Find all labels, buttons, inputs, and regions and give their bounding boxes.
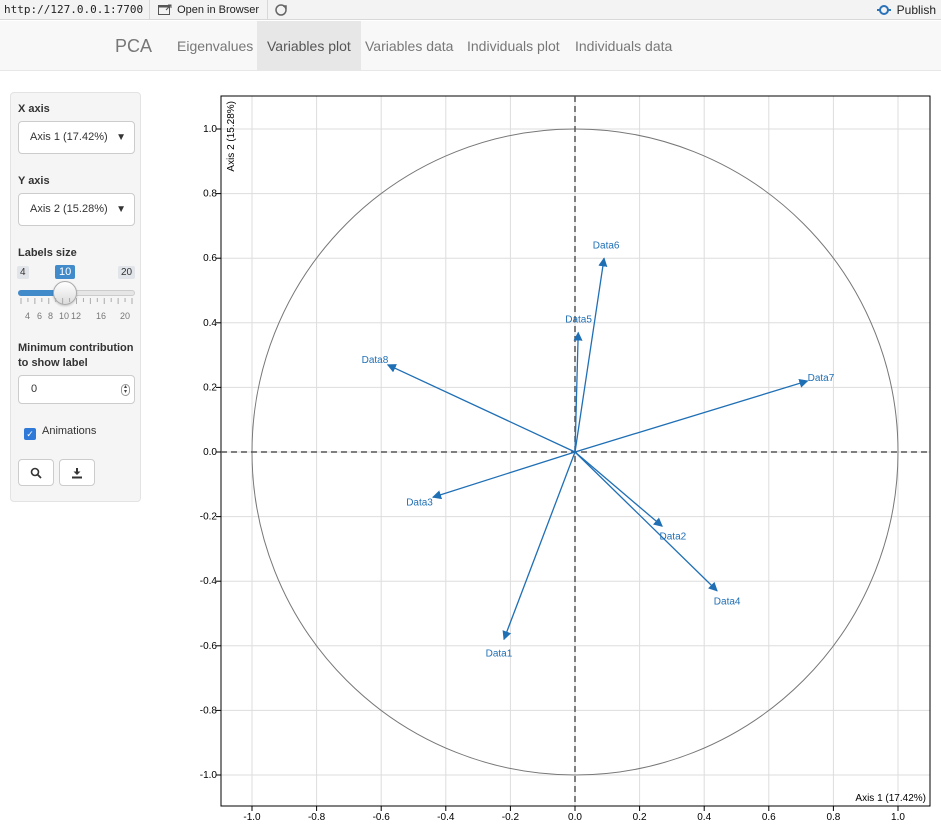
y-tick-label: 0.6 [203, 253, 217, 264]
variable-label: Data4 [714, 597, 741, 608]
x-tick-label: -1.0 [243, 812, 261, 823]
y-tick-label: -0.8 [200, 705, 218, 716]
variable-label: Data5 [565, 314, 592, 325]
variable-label: Data3 [406, 497, 433, 508]
x-tick-label: 0.6 [762, 812, 776, 823]
variable-label: Data6 [593, 240, 620, 251]
y-tick-label: 0.0 [203, 447, 217, 458]
x-tick-label: 0.0 [568, 812, 582, 823]
x-tick-label: -0.8 [308, 812, 326, 823]
y-tick-label: -0.2 [200, 512, 218, 523]
x-tick-label: 1.0 [891, 812, 905, 823]
y-tick-label: 0.8 [203, 189, 217, 200]
variable-label: Data2 [660, 531, 687, 542]
x-tick-label: -0.2 [502, 812, 520, 823]
y-tick-label: 1.0 [203, 124, 217, 135]
y-tick-label: 0.2 [203, 382, 217, 393]
x-tick-label: 0.8 [826, 812, 840, 823]
y-axis-label: Axis 2 (15.28%) [226, 101, 237, 172]
variable-label: Data8 [362, 355, 389, 366]
variable-label: Data1 [486, 648, 513, 659]
x-tick-label: 0.2 [633, 812, 647, 823]
x-tick-label: -0.6 [373, 812, 391, 823]
y-tick-label: -0.4 [200, 576, 218, 587]
variable-label: Data7 [808, 373, 835, 384]
x-axis-label: Axis 1 (17.42%) [855, 793, 926, 804]
y-tick-label: -0.6 [200, 641, 218, 652]
variables-plot[interactable]: -1.0 -0.8 -0.6 -0.4 -0.2 0.0 0.2 0.4 0.6 0.8 1.0 1.… [0, 0, 941, 827]
x-tick-label: -0.4 [437, 812, 455, 823]
y-tick-label: 0.4 [203, 318, 217, 329]
y-tick-label: -1.0 [200, 770, 218, 781]
x-tick-label: 0.4 [697, 812, 711, 823]
